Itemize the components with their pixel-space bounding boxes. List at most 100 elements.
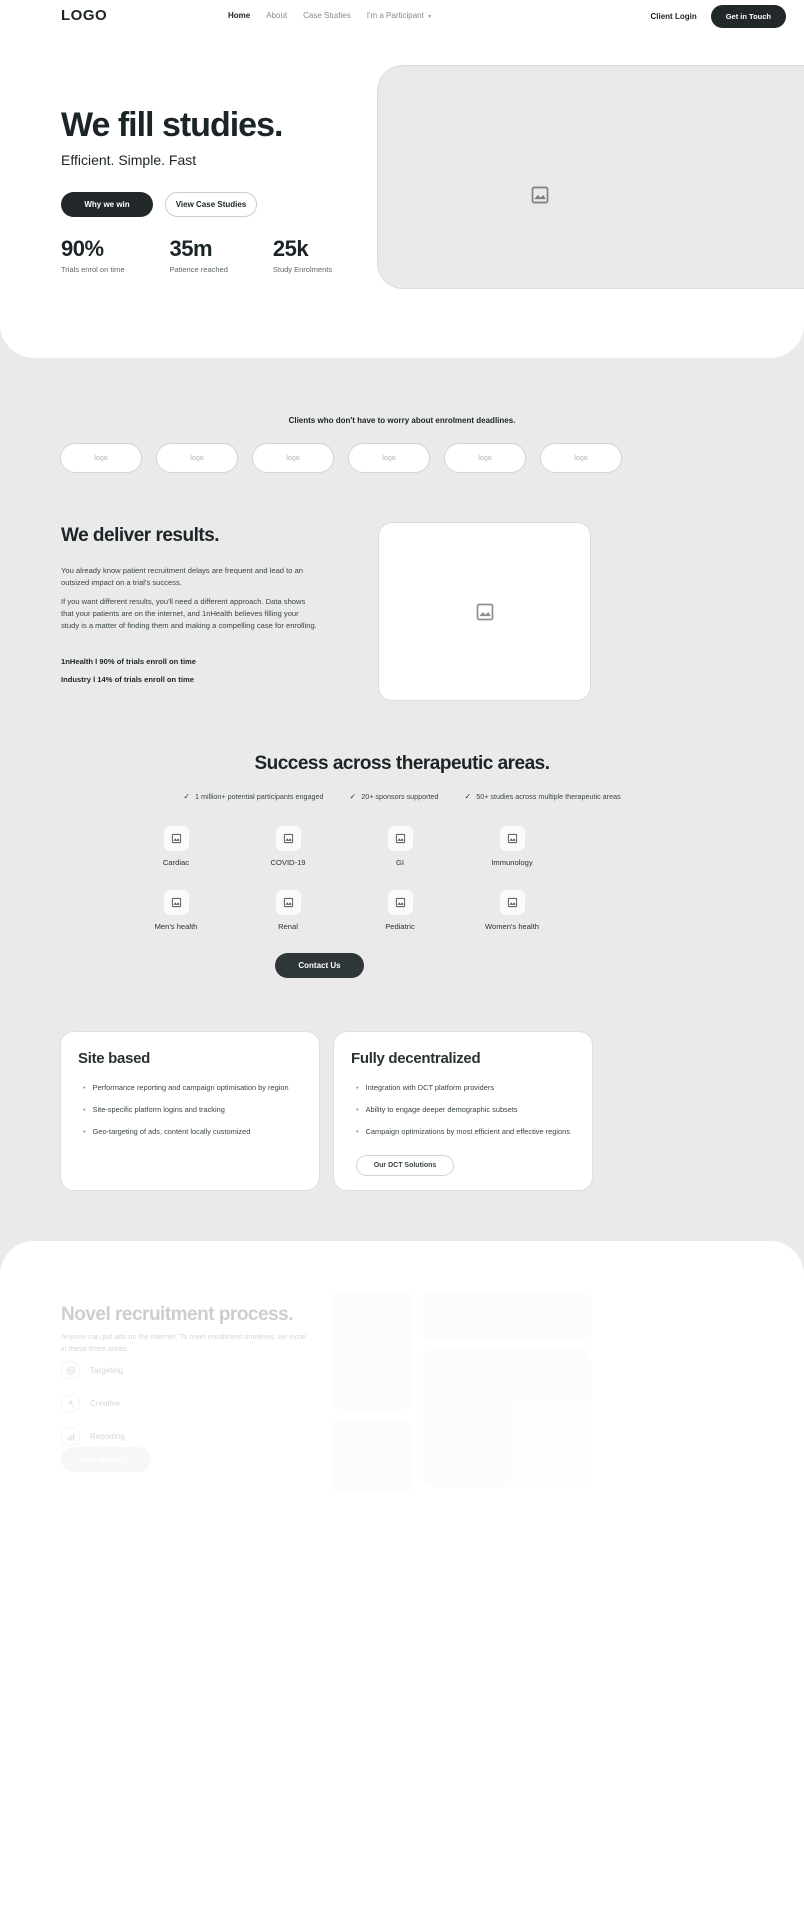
success-title: Success across therapeutic areas. xyxy=(254,753,550,774)
client-logo-item[interactable]: logo xyxy=(444,443,526,473)
get-in-touch-button[interactable]: Get in Touch xyxy=(710,5,786,28)
area-item[interactable]: Immunology xyxy=(456,826,568,867)
card-list-item: • Performance reporting and campaign opt… xyxy=(83,1082,305,1093)
image-placeholder-icon xyxy=(171,897,181,908)
check-item: ✓ 50+ studies across multiple therapeuti… xyxy=(465,792,621,801)
nav-links: Home About Case Studies I'm a Participan… xyxy=(228,11,431,20)
area-image-placeholder xyxy=(499,826,525,851)
card-list-item: • Ability to engage deeper demographic s… xyxy=(356,1104,578,1115)
chevron-down-icon: ▾ xyxy=(428,14,432,20)
card-list: • Performance reporting and campaign opt… xyxy=(83,1082,305,1148)
hero-image-placeholder xyxy=(377,65,804,289)
card-list-item-text: Ability to engage deeper demographic sub… xyxy=(365,1105,518,1115)
mosaic-block xyxy=(423,1290,591,1341)
area-item[interactable]: Men's health xyxy=(120,890,232,931)
area-item[interactable]: Cardiac xyxy=(120,826,232,867)
why-we-win-button[interactable]: Why we win xyxy=(61,192,153,217)
area-item[interactable]: Renal xyxy=(232,890,344,931)
area-label: Women's health xyxy=(484,922,540,931)
nav-actions: Client Login Get in Touch xyxy=(651,5,786,28)
site-logo[interactable]: LOGO xyxy=(61,7,107,24)
stat-label: Study Enrolments xyxy=(272,265,333,274)
image-placeholder-icon xyxy=(171,833,181,844)
area-image-placeholder xyxy=(275,826,301,851)
process-list: Targeting Creative Reporting xyxy=(61,1361,125,1460)
check-label: 1 million+ potential participants engage… xyxy=(195,792,324,801)
hero-title: We fill studies. xyxy=(61,106,283,144)
contact-us-button[interactable]: Contact Us xyxy=(275,953,364,978)
top-navigation: LOGO Home About Case Studies I'm a Parti… xyxy=(0,0,804,30)
image-placeholder-icon xyxy=(395,833,405,844)
stat-value: 25k xyxy=(272,236,309,261)
area-item[interactable]: Pediatric xyxy=(344,890,456,931)
bullet-icon: • xyxy=(356,1127,359,1137)
nav-item-case-studies[interactable]: Case Studies xyxy=(303,11,351,20)
deliver-title: We deliver results. xyxy=(61,525,220,546)
deliver-image-placeholder xyxy=(378,522,591,701)
deliver-stat-industry: Industry l 14% of trials enroll on time xyxy=(61,675,194,684)
image-placeholder-icon xyxy=(395,897,405,908)
image-placeholder-icon xyxy=(476,603,493,620)
client-logo-item[interactable]: logo xyxy=(156,443,238,473)
client-logo-item[interactable]: logo xyxy=(348,443,430,473)
check-label: 50+ studies across multiple therapeutic … xyxy=(476,792,621,801)
image-placeholder-icon xyxy=(531,186,549,204)
image-placeholder-icon xyxy=(283,897,293,908)
nav-item-home[interactable]: Home xyxy=(228,11,250,20)
clients-heading: Clients who don't have to worry about en… xyxy=(288,416,516,425)
card-list-item-text: Site-specific platform logins and tracki… xyxy=(92,1105,225,1115)
check-item: ✓ 1 million+ potential participants enga… xyxy=(183,792,323,801)
bullet-icon: • xyxy=(356,1083,359,1092)
process-item[interactable]: Creative xyxy=(61,1394,125,1413)
area-item[interactable]: Women's health xyxy=(456,890,568,931)
card-list-item-text: Geo-targeting of ads, content locally cu… xyxy=(92,1127,251,1137)
check-icon: ✓ xyxy=(349,792,357,801)
view-case-studies-button[interactable]: View Case Studies xyxy=(165,192,257,217)
sparkles-icon xyxy=(61,1394,80,1413)
process-section: Novel recruitment process. Anyone can pu… xyxy=(0,1241,804,1932)
nav-item-participant[interactable]: I'm a Participant ▾ xyxy=(367,11,431,20)
area-image-placeholder xyxy=(163,890,189,915)
area-item[interactable]: COVID-19 xyxy=(232,826,344,867)
bar-chart-icon xyxy=(61,1427,80,1446)
process-item-label: Reporting xyxy=(90,1432,125,1441)
area-image-placeholder xyxy=(499,890,525,915)
check-icon: ✓ xyxy=(183,792,191,801)
more-about-us-button[interactable]: More About Us xyxy=(61,1447,151,1472)
hero-section: LOGO Home About Case Studies I'm a Parti… xyxy=(0,0,804,358)
deliver-paragraph-1: You already know patient recruitment del… xyxy=(61,566,304,587)
mosaic-block xyxy=(331,1419,411,1494)
bullet-icon: • xyxy=(83,1127,86,1137)
client-logo-item[interactable]: logo xyxy=(60,443,142,473)
therapeutic-areas-grid: Cardiac COVID-19 GI Immunology Men's hea… xyxy=(120,826,568,931)
card-list-item: • Campaign optimizations by most efficie… xyxy=(356,1126,578,1137)
image-placeholder-icon xyxy=(507,897,517,908)
stat-value: 35m xyxy=(169,236,213,261)
nav-item-about[interactable]: About xyxy=(266,11,287,20)
client-logo-item[interactable]: logo xyxy=(252,443,334,473)
stat-label: Patience reached xyxy=(169,265,228,274)
check-label: 20+ sponsors supported xyxy=(361,792,439,801)
image-placeholder-icon xyxy=(507,833,517,844)
area-label: Renal xyxy=(278,922,298,931)
process-item[interactable]: Reporting xyxy=(61,1427,125,1446)
mosaic-block xyxy=(423,1349,591,1487)
client-login-link[interactable]: Client Login xyxy=(651,12,697,21)
process-item-label: Creative xyxy=(90,1399,120,1408)
client-logo-item[interactable]: logo xyxy=(540,443,622,473)
hero-buttons: Why we win View Case Studies xyxy=(61,192,257,217)
card-list-item-text: Integration with DCT platform providers xyxy=(365,1083,495,1092)
area-label: Pediatric xyxy=(385,922,415,931)
card-fully-decentralized: Fully decentralized • Integration with D… xyxy=(333,1031,593,1191)
area-label: GI xyxy=(395,858,405,867)
nav-item-participant-label: I'm a Participant xyxy=(366,11,424,20)
check-item: ✓ 20+ sponsors supported xyxy=(350,792,439,801)
process-item[interactable]: Targeting xyxy=(61,1361,125,1380)
area-item[interactable]: GI xyxy=(344,826,456,867)
card-site-based: Site based • Performance reporting and c… xyxy=(60,1031,320,1191)
stat-item: 35m Patience reached xyxy=(170,236,228,274)
bullet-icon: • xyxy=(83,1105,86,1115)
stat-item: 90% Trials enrol on time xyxy=(61,236,125,274)
bullet-icon: • xyxy=(356,1105,359,1115)
our-dct-solutions-button[interactable]: Our DCT Solutions xyxy=(356,1155,454,1176)
